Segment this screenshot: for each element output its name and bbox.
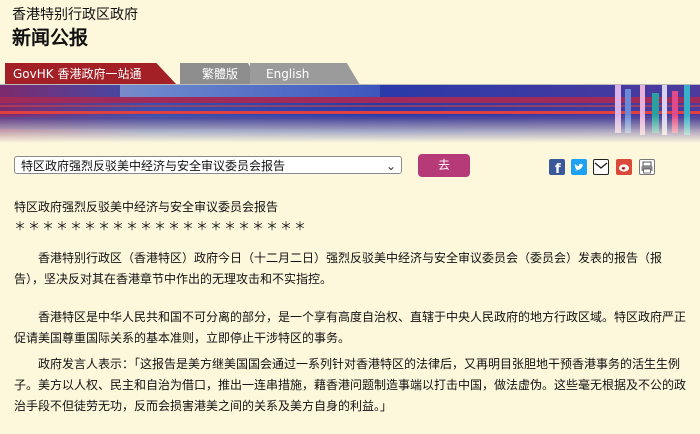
site-header: 香港特别行政区政府 新闻公报: [12, 6, 138, 50]
print-icon[interactable]: [639, 159, 655, 175]
decorative-banner: [0, 85, 700, 143]
chevron-down-icon: ⌄: [385, 159, 396, 173]
article-paragraph: 香港特别行政区（香港特区）政府今日（十二月二日）强烈反驳美中经济与安全审议委员会…: [14, 251, 663, 286]
government-name: 香港特别行政区政府: [12, 7, 138, 23]
language-nav: GovHK 香港政府一站通 繁體版 English: [0, 63, 700, 85]
section-title: 新闻公报: [12, 27, 89, 49]
select-value: 特区政府强烈反驳美中经济与安全审议委员会报告: [21, 159, 286, 173]
facebook-icon[interactable]: f: [549, 159, 565, 175]
go-button[interactable]: 去: [418, 154, 470, 177]
twitter-icon[interactable]: [571, 159, 587, 175]
article-title: 特区政府强烈反驳美中经济与安全审议委员会报告: [14, 200, 279, 214]
svg-text:f: f: [555, 162, 561, 175]
title-separator: ＊＊＊＊＊＊＊＊＊＊＊＊＊＊＊＊＊＊＊＊＊: [14, 219, 309, 233]
article-paragraph: 政府发言人表示：「这报告是美方继美国国会通过一系列针对香港特区的法律后，又再明目…: [14, 357, 687, 413]
email-icon[interactable]: [593, 159, 609, 175]
press-release-select[interactable]: 特区政府强烈反驳美中经济与安全审议委员会报告 ⌄: [14, 156, 402, 174]
traditional-chinese-link[interactable]: 繁體版: [180, 63, 260, 85]
english-link[interactable]: English: [250, 63, 360, 85]
weibo-icon[interactable]: [616, 159, 632, 175]
govhk-link[interactable]: GovHK 香港政府一站通: [5, 63, 177, 85]
article-paragraph: 香港特区是中华人民共和国不可分离的部分，是一个享有高度自治权、直辖于中央人民政府…: [14, 310, 687, 345]
